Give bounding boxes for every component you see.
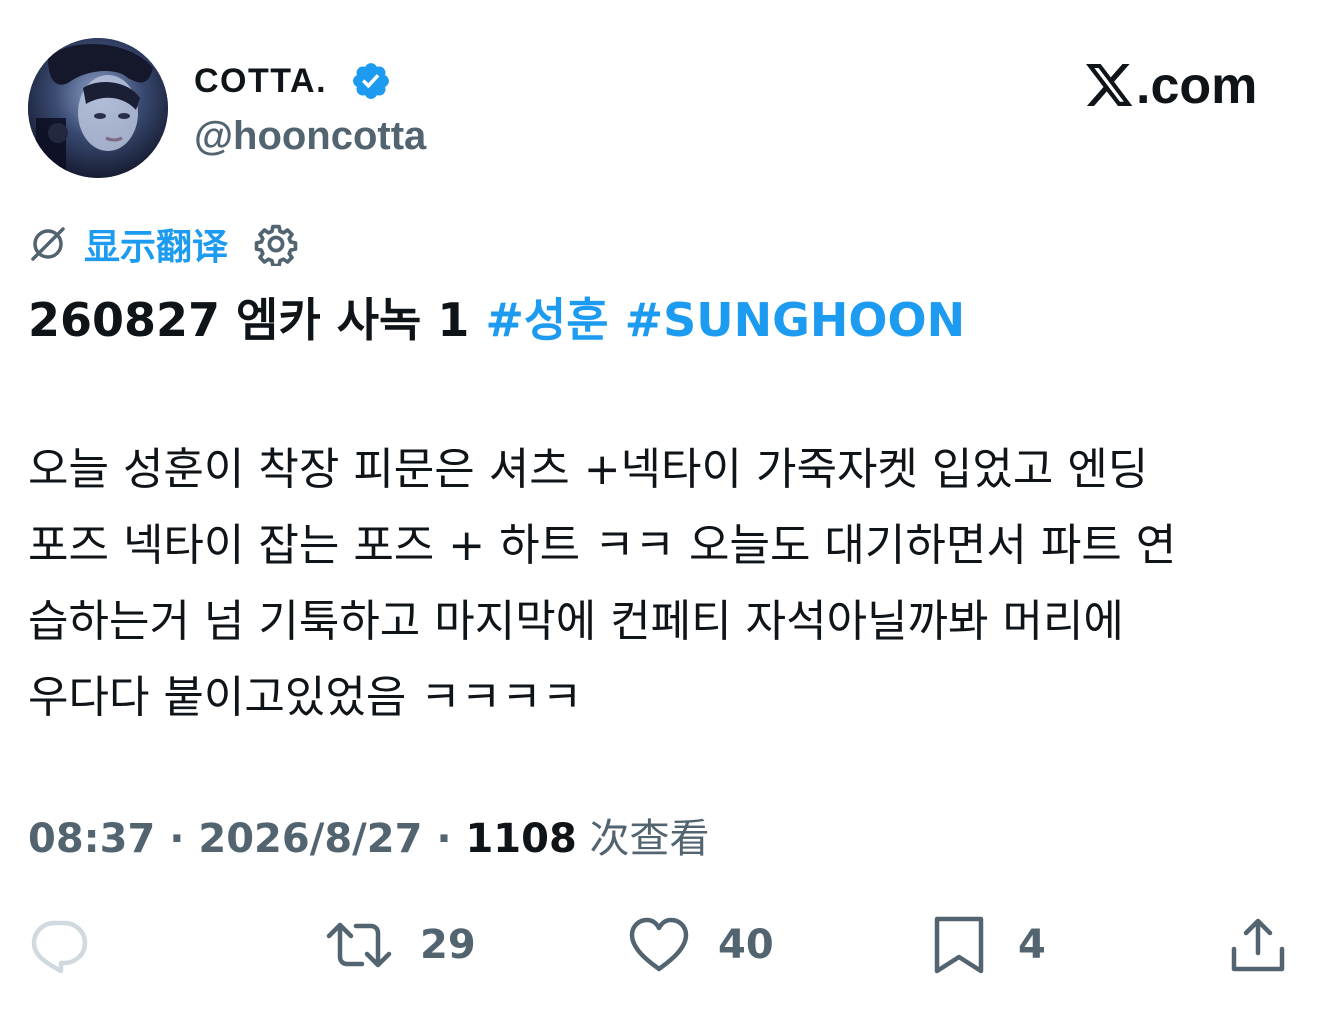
retweet-button[interactable]: 29 — [326, 910, 476, 980]
reply-button[interactable] — [28, 910, 90, 980]
share-button[interactable] — [1230, 910, 1286, 980]
views-label: 次查看 — [576, 816, 710, 862]
meta-separator: · — [422, 816, 466, 862]
bookmark-icon — [934, 916, 984, 974]
avatar-image — [28, 38, 168, 178]
tweet-title-text: 260827 엠카 사녹 1 — [28, 293, 486, 347]
avatar[interactable] — [28, 38, 168, 178]
hashtag-link[interactable]: #SUNGHOON — [625, 293, 966, 347]
verified-badge-icon — [353, 63, 389, 99]
hashtag-link[interactable]: #성훈 — [485, 293, 608, 347]
action-bar: 29 40 4 — [0, 910, 1320, 980]
tweet-body-line: 습하는거 넘 기툭하고 마지막에 컨페티 자석아닐까봐 머리에 — [28, 596, 1124, 647]
like-button[interactable]: 40 — [628, 910, 774, 980]
x-logo-text: .com — [1136, 57, 1258, 115]
translate-row: 显示翻译 — [28, 222, 298, 268]
bookmark-count: 4 — [1018, 922, 1046, 968]
tweet-date[interactable]: 2026/8/27 — [198, 816, 422, 862]
share-icon — [1231, 918, 1285, 972]
tweet-body-line: 우다다 붙이고있었음 ㅋㅋㅋㅋ — [28, 672, 583, 723]
reply-icon — [31, 920, 88, 973]
translate-icon — [31, 227, 65, 261]
user-handle[interactable]: @hooncotta — [194, 114, 426, 159]
display-name[interactable]: COTTA. — [194, 62, 327, 101]
like-count: 40 — [718, 922, 774, 968]
show-translation-link[interactable]: 显示翻译 — [84, 218, 228, 270]
tweet-body-line: 오늘 성훈이 착장 피문은 셔츠 +넥타이 가죽자켓 입었고 엔딩 — [28, 444, 1149, 495]
tweet-time[interactable]: 08:37 — [28, 816, 155, 862]
x-logo: .com — [1086, 60, 1257, 112]
tweet-body: 오늘 성훈이 착장 피문은 셔츠 +넥타이 가죽자켓 입었고 엔딩 포즈 넥타이… — [28, 432, 1308, 736]
views-count: 1108 — [465, 816, 577, 862]
tweet-title-line: 260827 엠카 사녹 1 #성훈 #SUNGHOON — [28, 290, 965, 350]
gear-icon[interactable] — [254, 222, 298, 266]
tweet-screenshot: COTTA. @hooncotta .com 显示翻译 260827 엠카 사녹… — [0, 0, 1320, 1012]
heart-icon — [629, 917, 689, 972]
retweet-count: 29 — [420, 922, 476, 968]
meta-separator: · — [155, 816, 199, 862]
retweet-icon — [326, 922, 392, 968]
tweet-body-line: 포즈 넥타이 잡는 포즈 + 하트 ㅋㅋ 오늘도 대기하면서 파트 연 — [28, 520, 1177, 571]
bookmark-button[interactable]: 4 — [932, 910, 1046, 980]
tweet-meta: 08:37 · 2026/8/27 · 1108 次查看 — [28, 806, 710, 864]
x-brand-icon — [1086, 64, 1133, 106]
